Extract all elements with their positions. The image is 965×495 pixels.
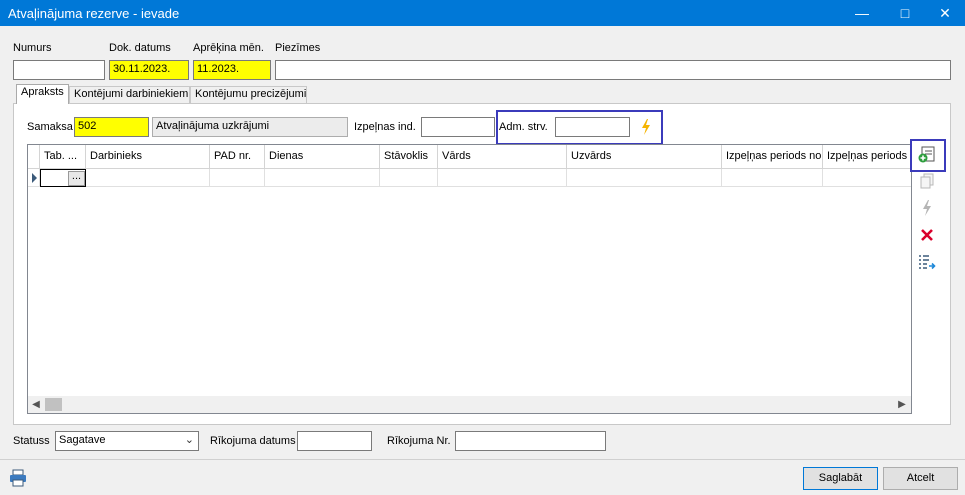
table-cell[interactable]: [380, 169, 438, 187]
column-header-dienas[interactable]: Dienas: [265, 145, 380, 169]
list-arrow-icon[interactable]: [915, 253, 939, 277]
lightning-disabled-icon[interactable]: [915, 198, 939, 222]
ellipsis-button[interactable]: ...: [68, 171, 85, 186]
lightning-icon[interactable]: [638, 117, 654, 137]
scrollbar-thumb[interactable]: [45, 398, 62, 411]
column-header-izpelnas-lidz[interactable]: Izpeļņas periods ...: [823, 145, 911, 169]
izpelnas-ind-field[interactable]: [421, 117, 495, 137]
footer-divider: [0, 459, 965, 460]
tab-kontejumi-darbiniekiem[interactable]: Kontējumi darbiniekiem: [69, 86, 190, 103]
statuss-value: Sagatave: [59, 434, 106, 446]
maximize-icon[interactable]: □: [885, 0, 925, 26]
dok-datums-label: Dok. datums: [109, 42, 171, 54]
column-header-vards[interactable]: Vārds: [438, 145, 567, 169]
data-grid[interactable]: Tab. ... Darbinieks PAD nr. Dienas Stāvo…: [27, 144, 912, 414]
horizontal-scrollbar[interactable]: ◀ ▶: [28, 396, 911, 413]
aprekina-men-label: Aprēķina mēn.: [193, 42, 264, 54]
adm-strv-field[interactable]: [555, 117, 630, 137]
adm-strv-label: Adm. strv.: [499, 121, 548, 133]
minimize-icon[interactable]: —: [842, 0, 882, 26]
tab-kontejumu-precizejumi[interactable]: Kontējumu precizējumi: [190, 86, 307, 103]
column-header-stavoklis[interactable]: Stāvoklis: [380, 145, 438, 169]
dok-datums-field[interactable]: 30.11.2023.: [109, 60, 189, 80]
tab-apraksts[interactable]: Apraksts: [16, 84, 69, 104]
table-cell[interactable]: [823, 169, 911, 187]
statuss-select[interactable]: Sagatave ⌄: [55, 431, 199, 451]
delete-icon[interactable]: [915, 226, 939, 250]
current-row-indicator: [28, 169, 40, 187]
column-header-izpelnas-no[interactable]: Izpeļņas periods no: [722, 145, 823, 169]
column-header-pad-nr[interactable]: PAD nr.: [210, 145, 265, 169]
izpelnas-ind-label: Izpeļnas ind.: [354, 121, 416, 133]
numurs-field[interactable]: [13, 60, 105, 80]
samaksa-code-field[interactable]: 502: [74, 117, 149, 137]
table-cell[interactable]: [567, 169, 722, 187]
grid-row-header: [28, 145, 40, 169]
column-header-uzvards[interactable]: Uzvārds: [567, 145, 722, 169]
samaksa-name-field: Atvaļinājuma uzkrājumi: [152, 117, 348, 137]
add-row-icon[interactable]: [915, 144, 939, 168]
scroll-right-icon[interactable]: ▶: [896, 398, 908, 411]
save-button[interactable]: Saglabāt: [803, 467, 878, 490]
piezimes-label: Piezīmes: [275, 42, 321, 54]
statuss-label: Statuss: [13, 435, 50, 447]
table-cell[interactable]: [265, 169, 380, 187]
title-bar: Atvaļinājuma rezerve - ievade — □ ✕: [0, 0, 965, 26]
table-cell[interactable]: [438, 169, 567, 187]
rikojuma-datums-label: Rīkojuma datums: [210, 435, 296, 447]
aprekina-men-field[interactable]: 11.2023.: [193, 60, 271, 80]
rikojuma-datums-field[interactable]: [297, 431, 372, 451]
samaksa-label: Samaksa: [27, 121, 73, 133]
rikojuma-nr-field[interactable]: [455, 431, 606, 451]
chevron-down-icon[interactable]: ⌄: [185, 433, 194, 446]
print-icon[interactable]: [8, 468, 28, 488]
table-cell[interactable]: [86, 169, 210, 187]
table-cell-tab[interactable]: ...: [40, 169, 86, 187]
rikojuma-nr-label: Rīkojuma Nr.: [387, 435, 451, 447]
cancel-button[interactable]: Atcelt: [883, 467, 958, 490]
copy-icon[interactable]: [915, 172, 939, 196]
piezimes-field[interactable]: [275, 60, 951, 80]
column-header-tab[interactable]: Tab. ...: [40, 145, 86, 169]
table-cell[interactable]: [210, 169, 265, 187]
scroll-left-icon[interactable]: ◀: [30, 398, 42, 411]
table-cell[interactable]: [722, 169, 823, 187]
window-title: Atvaļinājuma rezerve - ievade: [8, 6, 180, 21]
column-header-darbinieks[interactable]: Darbinieks: [86, 145, 210, 169]
numurs-label: Numurs: [13, 42, 52, 54]
close-icon[interactable]: ✕: [925, 0, 965, 26]
